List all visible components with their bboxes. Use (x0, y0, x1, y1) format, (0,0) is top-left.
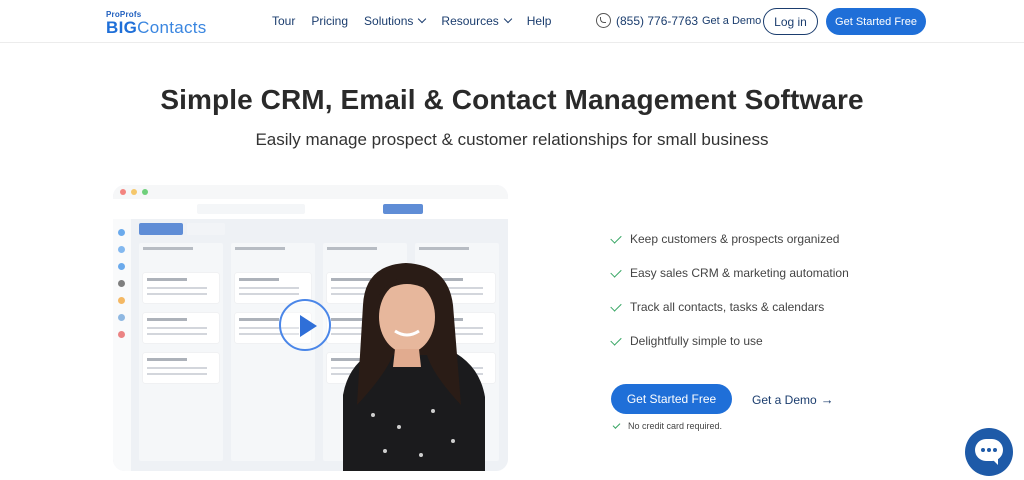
chevron-down-icon (418, 14, 427, 24)
chat-bubble-icon (975, 439, 1003, 465)
chevron-down-icon (503, 14, 513, 24)
nav-item-tour[interactable]: Tour (272, 14, 295, 28)
nav-item-label: Tour (272, 14, 296, 28)
chat-widget-button[interactable] (965, 428, 1013, 476)
nav-get-started-button[interactable]: Get Started Free (826, 8, 926, 35)
login-button[interactable]: Log in (763, 8, 818, 35)
page-subtitle: Easily manage prospect & customer relati… (255, 130, 769, 149)
nav-item-solutions[interactable]: Solutions (364, 14, 427, 28)
checkmark-icon (610, 299, 622, 312)
phone-icon (596, 13, 611, 28)
page-title: Simple CRM, Email & Contact Management S… (160, 84, 864, 115)
nav-item-pricing[interactable]: Pricing (311, 14, 348, 28)
nav-item-help[interactable]: Help (527, 14, 552, 28)
nav-item-label: Resources (441, 14, 499, 28)
no-credit-card-text: No credit card required. (628, 421, 723, 431)
feature-text: Delightfully simple to use (630, 334, 763, 348)
checkmark-icon (610, 333, 622, 346)
hero-get-started-button[interactable]: Get Started Free (611, 384, 732, 414)
nav-item-label: Help (526, 14, 552, 28)
arrow-right-icon: → (820, 392, 834, 407)
checkmark-icon (612, 420, 621, 429)
hero-demo-label: Get a Demo (752, 392, 817, 407)
nav-demo-link[interactable]: Get a Demo (702, 15, 761, 27)
nav-item-label: Pricing (311, 14, 349, 28)
logo-bigcontacts: BIGContacts (106, 19, 207, 36)
feature-text: Easy sales CRM & marketing automation (630, 266, 849, 280)
feature-item: Easy sales CRM & marketing automation (610, 265, 849, 280)
nav-item-label: Solutions (364, 14, 414, 28)
logo-big: BIG (106, 18, 138, 37)
hero-demo-link[interactable]: Get a Demo → (752, 392, 834, 407)
phone-number: (855) 776-7763 (616, 13, 699, 28)
checkmark-icon (610, 265, 622, 278)
nav-item-resources[interactable]: Resources (441, 14, 513, 28)
brand-logo[interactable]: ProProfs BIGContacts (106, 10, 207, 36)
no-credit-card-note: No credit card required. (612, 420, 723, 431)
presenter-image (343, 263, 485, 471)
feature-text: Keep customers & prospects organized (630, 232, 840, 246)
feature-item: Delightfully simple to use (610, 333, 763, 348)
feature-item: Keep customers & prospects organized (610, 231, 840, 246)
logo-contacts: Contacts (137, 18, 207, 37)
top-navigation: ProProfs BIGContacts Tour Pricing Solution… (0, 0, 1024, 43)
play-icon[interactable] (279, 299, 331, 351)
demo-video[interactable] (113, 185, 508, 471)
nav-links: Tour Pricing Solutions Resources Help (272, 14, 567, 28)
checkmark-icon (610, 231, 622, 244)
feature-item: Track all contacts, tasks & calendars (610, 299, 825, 314)
feature-text: Track all contacts, tasks & calendars (630, 300, 825, 314)
phone-link[interactable]: (855) 776-7763 (596, 13, 698, 28)
